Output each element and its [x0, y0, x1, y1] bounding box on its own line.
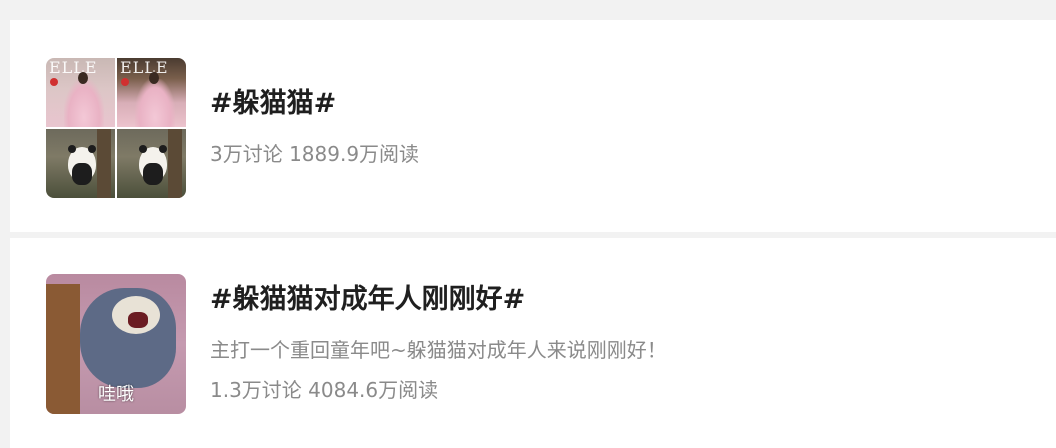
topic-stats: 1.3万讨论 4084.6万阅读	[210, 378, 439, 402]
magazine-cover-image-2: ELLE	[117, 58, 186, 127]
topic-thumbnail-cartoon[interactable]: 哇哦	[46, 274, 186, 414]
panda-ear-right-2	[159, 145, 167, 153]
thumbnail-caption: 哇哦	[98, 384, 134, 405]
topic-stats: 3万讨论 1889.9万阅读	[210, 142, 420, 166]
magazine-badge	[50, 78, 58, 86]
panda-photo-1	[46, 129, 115, 198]
panda-photo-2	[117, 129, 186, 198]
panda-ear-left	[68, 145, 76, 153]
panda-ear-right	[88, 145, 96, 153]
topic-card-1[interactable]: ELLE ELLE #躲猫猫# 3万讨论 1889.9万阅读	[10, 20, 1056, 232]
topic-title[interactable]: #躲猫猫#	[210, 86, 336, 122]
cartoon-mouth-shape	[128, 312, 148, 328]
thumbnail-image-grid: ELLE ELLE	[46, 58, 186, 198]
figure-head-shape	[78, 72, 88, 84]
figure-gown-shape	[64, 79, 104, 127]
magazine-cover-image-1: ELLE	[46, 58, 115, 127]
figure-head-shape-2	[149, 72, 159, 84]
tree-trunk-shape	[97, 129, 111, 198]
panda-arm-shape-2	[143, 163, 163, 185]
tree-trunk-shape-2	[168, 129, 182, 198]
figure-gown-shape-2	[135, 79, 175, 127]
magazine-badge-2	[121, 78, 129, 86]
topic-title[interactable]: #躲猫猫对成年人刚刚好#	[210, 282, 525, 318]
topic-description: 主打一个重回童年吧~躲猫猫对成年人来说刚刚好！	[210, 338, 667, 362]
topic-card-2[interactable]: 哇哦 #躲猫猫对成年人刚刚好# 主打一个重回童年吧~躲猫猫对成年人来说刚刚好！ …	[10, 238, 1056, 448]
topic-thumbnail-grid[interactable]: ELLE ELLE	[46, 58, 186, 198]
panda-ear-left-2	[139, 145, 147, 153]
panda-arm-shape	[72, 163, 92, 185]
cartoon-image: 哇哦	[46, 274, 186, 414]
